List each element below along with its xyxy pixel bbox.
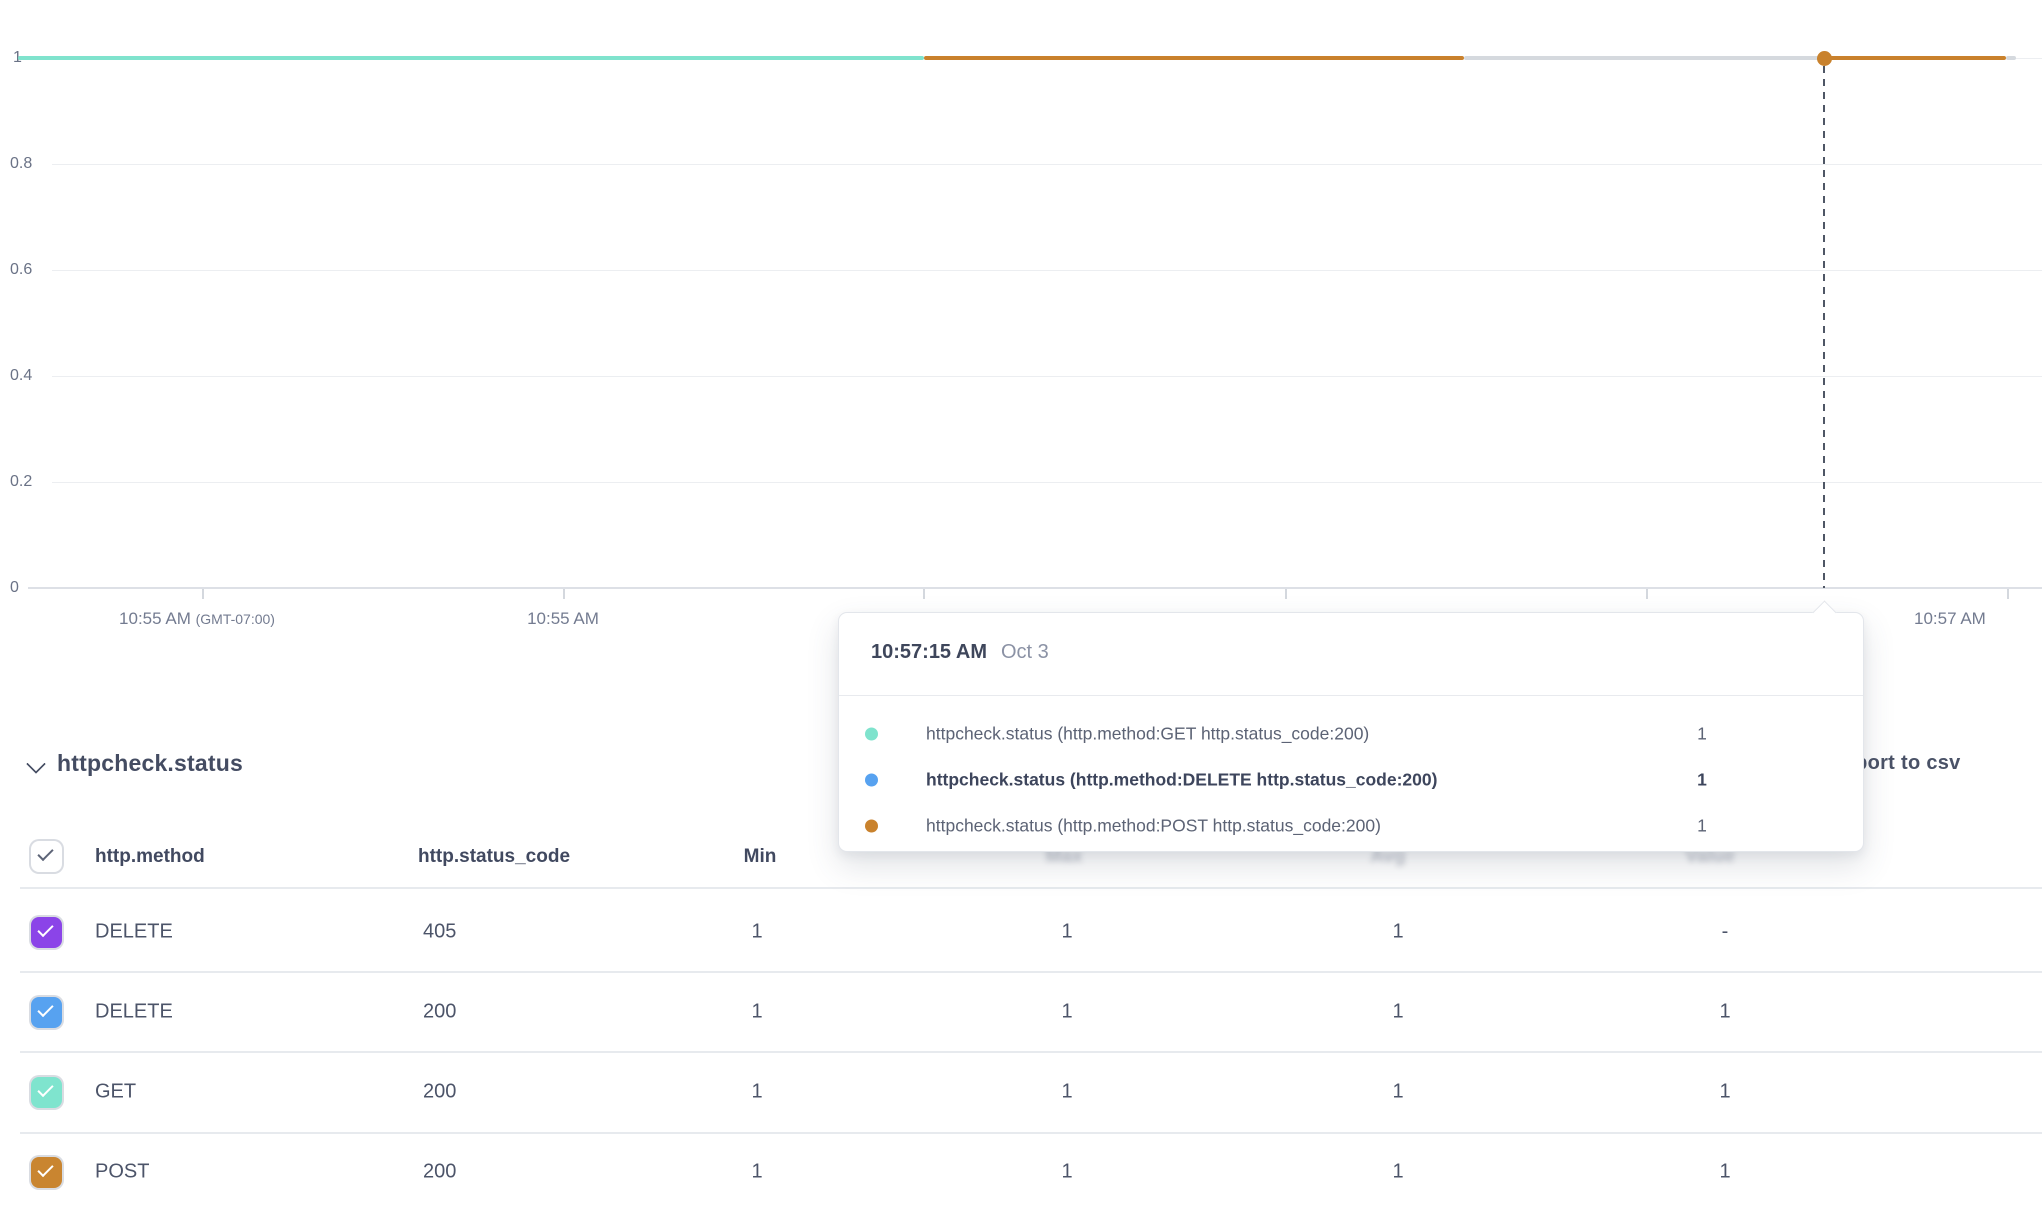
- check-icon: [37, 1001, 53, 1017]
- cell-min: 1: [697, 1161, 817, 1184]
- y-axis-label: 0.6: [10, 261, 32, 279]
- cell-method: GET: [95, 1081, 136, 1104]
- x-axis-label: 10:55 AM: [527, 609, 599, 629]
- cell-avg: 1: [1338, 1081, 1458, 1104]
- series-color-dot: [865, 820, 878, 833]
- row-divider: [20, 1132, 2042, 1134]
- cell-avg: 1: [1338, 921, 1458, 944]
- tooltip-series-label: httpcheck.status (http.method:POST http.…: [926, 816, 1381, 837]
- check-icon: [37, 1161, 53, 1177]
- series-checkbox[interactable]: [31, 997, 62, 1028]
- line-segment-post-1: [924, 56, 1464, 60]
- cell-max: 1: [1007, 1161, 1127, 1184]
- tooltip-time: 10:57:15 AM: [871, 641, 987, 663]
- y-axis-label: 0.4: [10, 367, 32, 385]
- series-checkbox[interactable]: [31, 917, 62, 948]
- cell-value: 1: [1665, 1001, 1785, 1024]
- y-axis-label: 0.2: [10, 473, 32, 491]
- y-axis-label: 0.8: [10, 155, 32, 173]
- cell-method: DELETE: [95, 1001, 173, 1024]
- cell-status-code: 200: [423, 1001, 456, 1024]
- row-divider: [20, 971, 2042, 973]
- column-header-min[interactable]: Min: [700, 846, 820, 868]
- section-title[interactable]: httpcheck.status: [57, 750, 243, 777]
- y-axis-label: 0: [10, 579, 19, 597]
- x-axis-tick: [1285, 589, 1287, 599]
- tooltip-series-label: httpcheck.status (http.method:GET http.s…: [926, 724, 1369, 745]
- tooltip-series-row: httpcheck.status (http.method:GET http.s…: [839, 711, 1863, 757]
- cell-status-code: 200: [423, 1161, 456, 1184]
- tooltip-series-value: 1: [1684, 816, 1720, 837]
- x-axis-label: 10:57 AM: [1914, 609, 1986, 629]
- gridline-0-2: [52, 482, 2042, 483]
- x-axis-tick: [923, 589, 925, 599]
- header-divider: [20, 887, 2042, 889]
- x-axis-line: [28, 587, 2042, 589]
- chevron-down-icon[interactable]: [26, 754, 46, 774]
- check-icon: [37, 1081, 53, 1097]
- hover-point-marker: [1817, 51, 1832, 66]
- cell-value: 1: [1665, 1081, 1785, 1104]
- cell-max: 1: [1007, 1081, 1127, 1104]
- tooltip-series-row: httpcheck.status (http.method:POST http.…: [839, 803, 1863, 849]
- series-table: http.method http.status_code Min Max Avg…: [0, 820, 2042, 1226]
- cell-min: 1: [697, 1081, 817, 1104]
- tooltip-date: Oct 3: [1001, 641, 1049, 663]
- line-segment-dimmed-tail: [2006, 56, 2016, 60]
- x-axis-tick: [563, 589, 565, 599]
- cell-max: 1: [1007, 1001, 1127, 1024]
- hover-cursor-line: [1823, 66, 1825, 588]
- tooltip-series-value: 1: [1684, 770, 1720, 791]
- series-color-dot: [865, 774, 878, 787]
- gridline-0-8: [52, 164, 2042, 165]
- line-segment-dimmed: [1464, 56, 1824, 60]
- cell-avg: 1: [1338, 1001, 1458, 1024]
- hover-tooltip: 10:57:15 AM Oct 3 httpcheck.status (http.…: [838, 612, 1864, 852]
- cell-method: DELETE: [95, 921, 173, 944]
- series-color-dot: [865, 728, 878, 741]
- cell-min: 1: [697, 1001, 817, 1024]
- cell-method: POST: [95, 1161, 149, 1184]
- timeseries-chart[interactable]: 1 0.8 0.6 0.4 0.2 0 10:55 AM (GMT-07:00)…: [0, 0, 2042, 640]
- row-divider: [20, 1051, 2042, 1053]
- gridline-0-6: [52, 270, 2042, 271]
- column-header-status-code[interactable]: http.status_code: [418, 846, 570, 868]
- tooltip-divider: [839, 695, 1863, 696]
- column-header-method[interactable]: http.method: [95, 846, 205, 868]
- tooltip-series-row-highlighted: httpcheck.status (http.method:DELETE htt…: [839, 757, 1863, 803]
- tooltip-header: 10:57:15 AM Oct 3: [871, 641, 1049, 664]
- series-checkbox[interactable]: [31, 1077, 62, 1108]
- cell-value: -: [1665, 921, 1785, 944]
- cell-value: 1: [1665, 1161, 1785, 1184]
- cell-max: 1: [1007, 921, 1127, 944]
- x-axis-label: 10:55 AM (GMT-07:00): [119, 609, 275, 629]
- cell-avg: 1: [1338, 1161, 1458, 1184]
- check-icon: [37, 845, 53, 861]
- check-icon: [37, 921, 53, 937]
- gmt-offset-label: (GMT-07:00): [196, 611, 275, 627]
- gridline-0-4: [52, 376, 2042, 377]
- series-checkbox[interactable]: [31, 1157, 62, 1188]
- x-axis-tick: [1646, 589, 1648, 599]
- cell-min: 1: [697, 921, 817, 944]
- line-segment-get: [18, 56, 924, 60]
- tooltip-series-label: httpcheck.status (http.method:DELETE htt…: [926, 770, 1437, 791]
- x-axis-tick: [202, 589, 204, 599]
- select-all-checkbox[interactable]: [31, 841, 62, 872]
- cell-status-code: 200: [423, 1081, 456, 1104]
- tooltip-series-value: 1: [1684, 724, 1720, 745]
- x-axis-tick: [2007, 589, 2009, 599]
- cell-status-code: 405: [423, 921, 456, 944]
- line-segment-post-2: [1824, 56, 2006, 60]
